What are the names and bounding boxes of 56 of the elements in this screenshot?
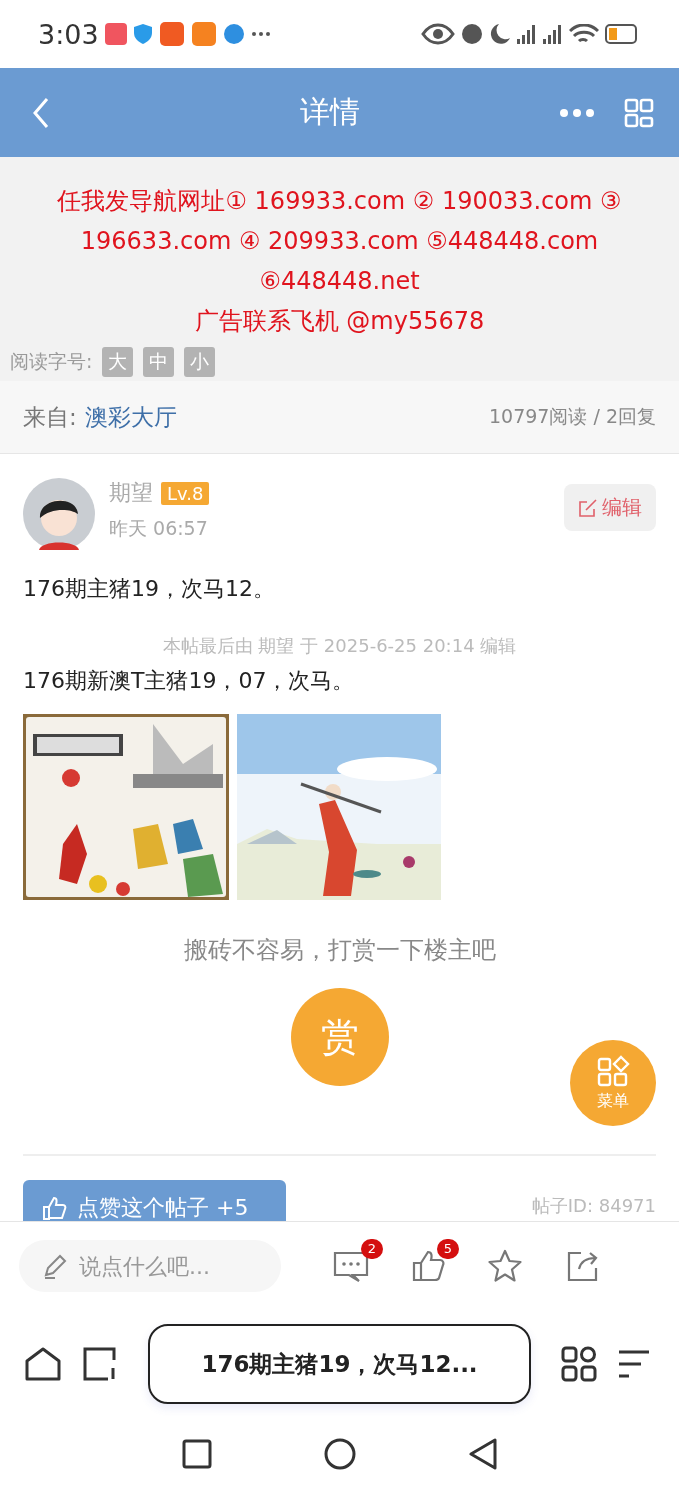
signal-icon — [543, 24, 563, 44]
like-count-badge: 5 — [437, 1239, 459, 1259]
font-size-button[interactable]: 大 — [102, 347, 134, 377]
grid-icon[interactable] — [624, 97, 654, 128]
wifi-icon — [569, 24, 599, 44]
back-triangle-icon[interactable] — [467, 1438, 498, 1470]
source-label: 来自: — [23, 402, 77, 432]
comment-icon[interactable] — [333, 1249, 369, 1283]
ad-notice-line: 广告联系飞机 @my55678 — [193, 306, 486, 337]
thumbs-up-icon[interactable] — [411, 1249, 445, 1283]
post-text: 176期新澳T主猪19，07，次马。 — [23, 667, 356, 695]
status-time: 3:03 — [38, 18, 99, 50]
star-icon[interactable] — [487, 1249, 523, 1283]
shield-icon — [132, 23, 153, 45]
share-icon[interactable] — [565, 1249, 599, 1283]
ad-notice-line: 任我发导航网址① 169933.com ② 190033.com ③ — [56, 186, 623, 217]
ad-notice-line: 196633.com ④ 209933.com ⑤448448.com — [79, 226, 600, 257]
more-icon[interactable] — [560, 108, 594, 117]
post-text: 176期主猪19，次马12。 — [23, 575, 276, 603]
battery-icon — [605, 24, 639, 44]
moon-icon — [489, 23, 511, 45]
edit-icon — [578, 497, 598, 518]
comment-field[interactable]: 说点什么吧... — [19, 1240, 281, 1292]
recents-icon[interactable] — [181, 1439, 212, 1469]
app-icon — [158, 21, 185, 47]
like-post-button[interactable]: 点赞这个帖子 +5 — [23, 1180, 286, 1221]
reward-prompt: 搬砖不容易，打赏一下楼主吧 — [182, 935, 497, 966]
comment-count-badge: 2 — [361, 1239, 383, 1259]
apps-icon[interactable] — [561, 1346, 597, 1382]
post-stats: 10797阅读 / 2回复 — [489, 404, 656, 429]
edit-button[interactable]: 编辑 — [564, 484, 656, 531]
signal-icon — [517, 24, 537, 44]
more-notifications-icon — [250, 31, 271, 37]
level-badge: Lv.8 — [161, 481, 210, 505]
post-id: 帖子ID: 84971 — [531, 1194, 656, 1218]
tabs-icon[interactable] — [82, 1346, 118, 1382]
font-size-button[interactable]: 小 — [184, 347, 216, 377]
reward-button[interactable]: 赏 — [290, 988, 389, 1086]
menu-icon[interactable] — [617, 1349, 651, 1379]
eye-icon — [421, 23, 455, 45]
back-icon[interactable] — [32, 96, 50, 129]
font-size-label: 阅读字号: — [10, 349, 93, 374]
app-icon — [190, 21, 217, 47]
menu-button[interactable]: 菜单 — [570, 1040, 656, 1126]
home-icon[interactable] — [24, 1346, 62, 1382]
address-bar[interactable]: 176期主猪19，次马12... — [148, 1324, 531, 1404]
avatar[interactable] — [23, 478, 95, 550]
edit-note: 本帖最后由 期望 于 2025-6-25 20:14 编辑 — [161, 634, 518, 658]
page-title: 详情 — [299, 93, 361, 131]
ad-notice-line: ⑥448448.net — [258, 266, 421, 297]
home-circle-icon[interactable] — [323, 1438, 356, 1470]
forum-link[interactable]: 澳彩大厅 — [84, 401, 177, 433]
font-size-button[interactable]: 中 — [143, 347, 175, 377]
grid-icon — [596, 1054, 630, 1089]
post-time: 昨天 06:57 — [109, 516, 209, 541]
author-name[interactable]: 期望 — [109, 478, 153, 508]
